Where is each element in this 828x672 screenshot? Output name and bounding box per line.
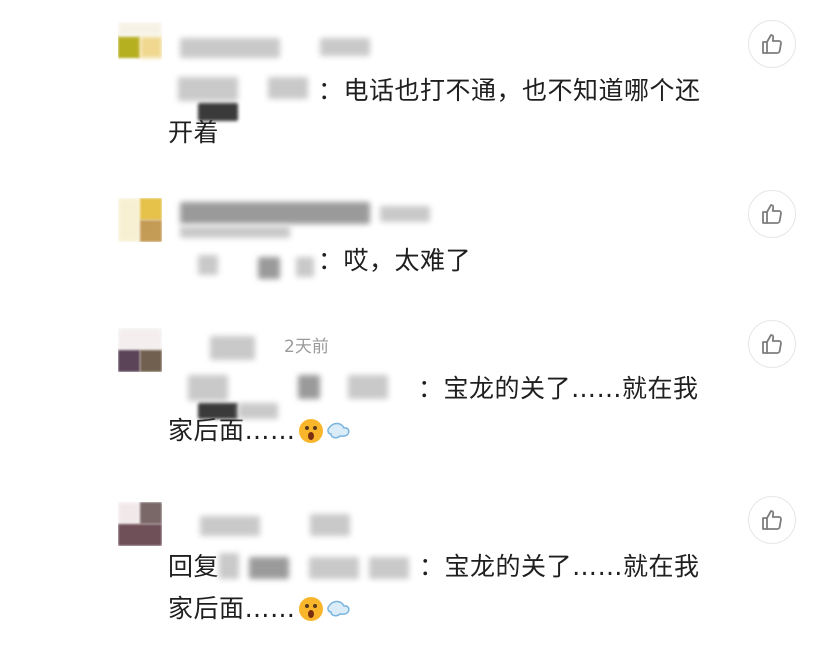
username[interactable] (200, 510, 350, 538)
thumbs-up-icon (762, 510, 782, 530)
surprised-face-emoji (298, 593, 324, 621)
comment-body: ：哎，太难了 (318, 246, 472, 275)
mentioned-user[interactable] (219, 553, 419, 579)
comment-item: 2天前 ：宝龙的关了……就在我家后面…… (0, 310, 828, 480)
avatar[interactable] (118, 198, 162, 242)
comment-text: ：哎，太难了 (168, 240, 718, 282)
mentioned-user[interactable] (168, 375, 418, 419)
username[interactable] (180, 202, 440, 242)
dash-emoji (326, 593, 352, 619)
mentioned-user[interactable] (168, 247, 318, 279)
like-button[interactable] (748, 20, 796, 68)
like-button[interactable] (748, 320, 796, 368)
comment-item: ：电话也打不通，也不知道哪个还开着 (0, 0, 828, 170)
comment-text: ：宝龙的关了……就在我家后面…… (168, 368, 718, 452)
thumbs-up-icon (762, 204, 782, 224)
thumbs-up-icon (762, 334, 782, 354)
avatar[interactable] (118, 502, 162, 546)
comment-item: ：哎，太难了 (0, 180, 828, 300)
avatar[interactable] (118, 328, 162, 372)
comment-text: ：电话也打不通，也不知道哪个还开着 (168, 70, 718, 154)
like-button[interactable] (748, 496, 796, 544)
reply-prefix: 回复 (168, 552, 220, 581)
comment-item: 回复 ：宝龙的关了……就在我家后面…… (0, 490, 828, 672)
timestamp: 2天前 (284, 337, 329, 357)
username[interactable] (180, 38, 380, 58)
mentioned-user[interactable] (168, 77, 318, 121)
thumbs-up-icon (762, 34, 782, 54)
username[interactable] (210, 336, 270, 362)
like-button[interactable] (748, 190, 796, 238)
comment-text: 回复 ：宝龙的关了……就在我家后面…… (168, 546, 718, 630)
dash-emoji (326, 415, 352, 441)
avatar[interactable] (118, 22, 162, 66)
surprised-face-emoji (298, 415, 324, 443)
